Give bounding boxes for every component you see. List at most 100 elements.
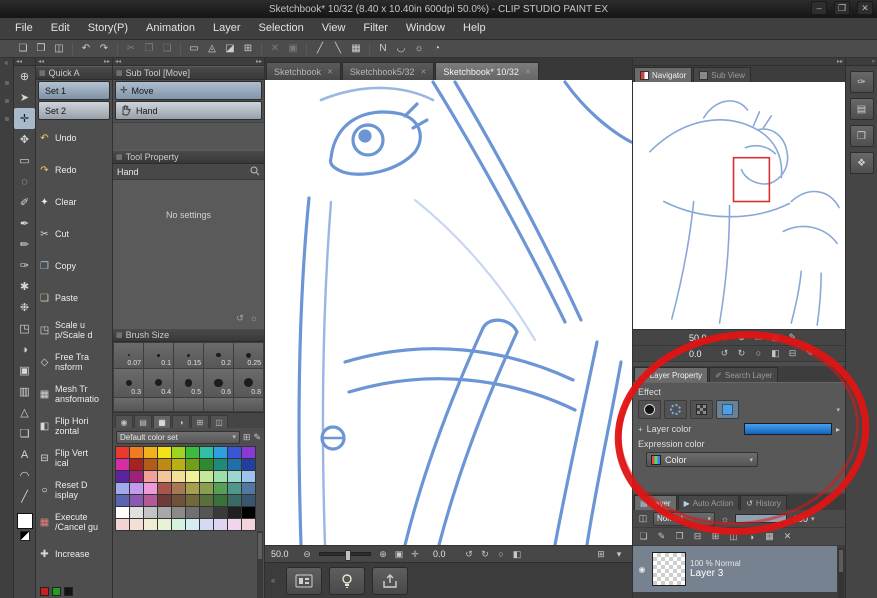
share-button[interactable]	[372, 566, 409, 595]
color-swatch[interactable]	[228, 507, 241, 518]
color-swatch[interactable]	[144, 459, 157, 470]
navigator-thumbnail[interactable]	[633, 82, 845, 330]
canvas-zoom-slider[interactable]	[319, 550, 371, 561]
color-swatch[interactable]	[200, 507, 213, 518]
light-table-icon[interactable]: ☼	[410, 43, 428, 54]
color-swatch[interactable]	[186, 519, 199, 530]
paste-icon[interactable]: ❑	[158, 43, 176, 54]
navigator-view-rect[interactable]	[732, 156, 771, 203]
sub-tool-item-move[interactable]: ✛ Move	[115, 81, 262, 100]
color-swatch[interactable]	[186, 495, 199, 506]
color-swatch[interactable]	[242, 495, 255, 506]
snap-ruler-icon[interactable]: ╱	[311, 43, 329, 54]
quick-access-dock[interactable]: ◂◂ ▸▸	[36, 58, 112, 66]
border-effect-button[interactable]	[638, 400, 661, 419]
dock-right-icon[interactable]: ▸▸	[837, 58, 843, 65]
brush-size-cell[interactable]: 0.07	[114, 343, 143, 368]
color-swatch[interactable]	[186, 459, 199, 470]
brush-size-cell[interactable]: 0.4	[144, 368, 173, 397]
line-correction-tool[interactable]: ╱	[14, 486, 35, 507]
left-collapse-icon[interactable]: «	[0, 58, 13, 67]
lasso-tool[interactable]: ◌	[14, 171, 35, 192]
color-swatch[interactable]	[172, 447, 185, 458]
color-swatch[interactable]	[214, 519, 227, 530]
brush-size-cell[interactable]: 0.6	[204, 368, 233, 397]
onion-skin-icon[interactable]: ◔	[428, 43, 446, 54]
expression-color-dropdown[interactable]: Color ▾	[646, 452, 758, 467]
visibility-icon[interactable]: ◉	[636, 565, 648, 574]
color-swatch[interactable]	[116, 447, 129, 458]
zoom-tool[interactable]: ⊕	[14, 66, 35, 87]
gradient-tool[interactable]: ▥	[14, 381, 35, 402]
tab-close-icon[interactable]: ✕	[327, 68, 333, 76]
brush-size-cell[interactable]	[114, 398, 143, 411]
tab-search-layer[interactable]: ✐ Search Layer	[709, 367, 779, 382]
pen-tool[interactable]: ✒	[14, 213, 35, 234]
color-swatch[interactable]	[228, 483, 241, 494]
color-swatch[interactable]	[158, 459, 171, 470]
sub-tool-item-hand[interactable]: Hand	[115, 101, 262, 120]
color-swatch[interactable]	[144, 495, 157, 506]
layer-color-arrow-icon[interactable]: ▸	[836, 425, 840, 434]
color-swatch[interactable]	[214, 447, 227, 458]
color-swatch[interactable]	[158, 507, 171, 518]
nav-zoom-in-button[interactable]: ⊕	[734, 332, 749, 343]
color-swatch[interactable]	[130, 519, 143, 530]
move-layer-tool[interactable]: ✥	[14, 129, 35, 150]
brush-size-cell[interactable]: 0.15	[174, 343, 203, 368]
canvas-tab[interactable]: Sketchbook* 10/32 ✕	[435, 62, 539, 80]
color-swatch[interactable]	[242, 459, 255, 470]
deselect-icon[interactable]: ▭	[185, 43, 203, 54]
brush-size-cell[interactable]	[204, 398, 233, 411]
dock-left-icon[interactable]: ◂◂	[16, 58, 22, 65]
selection-tool[interactable]: ▭	[14, 150, 35, 171]
light-table-button[interactable]	[329, 566, 366, 595]
undo-icon[interactable]: ↶	[77, 43, 95, 54]
color-swatch[interactable]	[200, 459, 213, 470]
color-swatch[interactable]	[186, 447, 199, 458]
color-swatch[interactable]	[172, 483, 185, 494]
color-swatch[interactable]	[200, 447, 213, 458]
color-swatch[interactable]	[214, 471, 227, 482]
sub-tool-header[interactable]: ▦ Sub Tool [Move]	[113, 66, 264, 80]
eraser-tool[interactable]: ◳	[14, 318, 35, 339]
text-tool[interactable]: A	[14, 444, 35, 465]
brush-size-cell[interactable]: 0.2	[204, 343, 233, 368]
quick-execute-cancel[interactable]: ▦ Execute/Cancel gu	[36, 506, 112, 538]
canvas-fit-button[interactable]: ▣	[392, 549, 406, 560]
eyedropper-tool[interactable]: ✐	[14, 192, 35, 213]
set-1-button[interactable]: Set 1	[38, 81, 110, 100]
color-swatch[interactable]	[172, 519, 185, 530]
nav-zoom-out-button[interactable]: ⊖	[717, 332, 732, 343]
expand-selection-icon[interactable]: ⊞	[239, 43, 257, 54]
quick-reset-display[interactable]: ○ Reset Display	[36, 474, 112, 506]
quick-copy[interactable]: ❐ Copy	[36, 250, 112, 282]
color-swatch[interactable]	[214, 507, 227, 518]
dock-right-icon[interactable]: ▸▸	[256, 58, 262, 65]
color-swatch[interactable]	[116, 507, 129, 518]
quick-scale[interactable]: ◳ Scale u p/Scale d	[36, 314, 112, 346]
color-swatch[interactable]	[130, 507, 143, 518]
canvas-zoom-out-button[interactable]: ⊖	[300, 549, 314, 560]
dock-right-icon[interactable]: »	[872, 59, 875, 65]
menu-item-help[interactable]: Help	[454, 18, 495, 39]
decoration-tool[interactable]: ❉	[14, 297, 35, 318]
tab-close-icon[interactable]: ✕	[420, 68, 426, 76]
quick-undo[interactable]: ↶ Undo	[36, 122, 112, 154]
brush-size-header[interactable]: ▦ Brush Size	[113, 328, 264, 342]
nav-flip-vertical-button[interactable]: ⊟	[785, 348, 800, 359]
color-swatch[interactable]	[186, 471, 199, 482]
color-swatch[interactable]	[172, 459, 185, 470]
snap-grid-icon[interactable]: ▦	[347, 43, 365, 54]
color-swatch[interactable]	[186, 507, 199, 518]
color-chip-2[interactable]	[64, 586, 73, 596]
pose-material-icon[interactable]: ❖	[849, 152, 874, 174]
color-slider-tab-icon[interactable]: ▤	[134, 415, 152, 428]
menu-item-layer[interactable]: Layer	[204, 18, 250, 39]
new-file-icon[interactable]: ❏	[14, 43, 32, 54]
set-2-button[interactable]: Set 2	[38, 101, 110, 120]
new-raster-layer-icon[interactable]: ❏	[636, 531, 651, 542]
nav-fit-button[interactable]: ▭	[751, 332, 766, 343]
pencil-tool[interactable]: ✏	[14, 234, 35, 255]
layer-color-swatch[interactable]	[743, 423, 832, 435]
